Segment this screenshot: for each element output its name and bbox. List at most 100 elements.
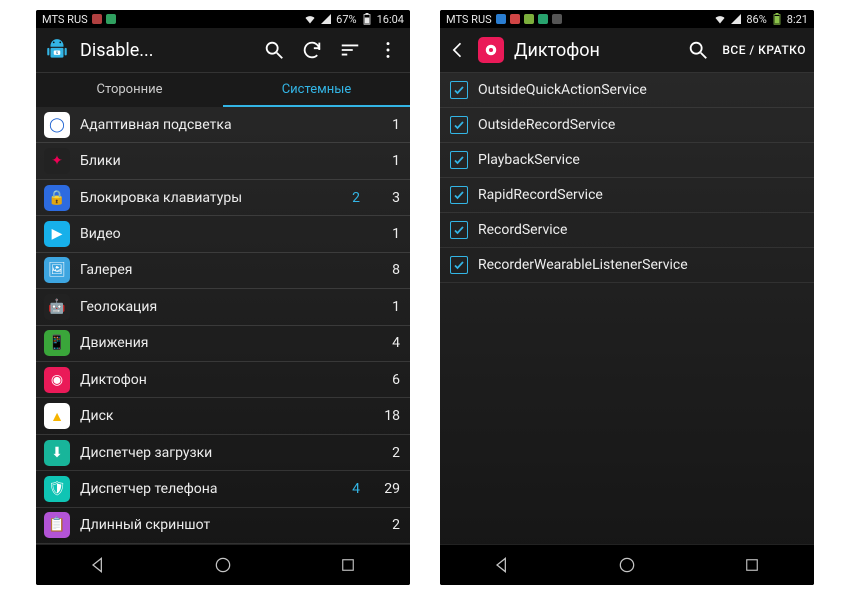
carrier-label: MTS RUS — [42, 13, 88, 26]
service-checkbox[interactable] — [450, 221, 468, 239]
app-label: Диспетчер загрузки — [80, 445, 360, 461]
app-icon-recorder — [478, 37, 504, 63]
battery-icon — [771, 13, 783, 25]
nav-recent-icon[interactable] — [740, 553, 764, 577]
app-icon: ◉ — [44, 367, 70, 393]
app-row[interactable]: ◉Диктофон6 — [36, 362, 410, 398]
app-label: Блики — [80, 153, 360, 169]
service-label: RecordService — [478, 222, 804, 238]
service-checkbox[interactable] — [450, 186, 468, 204]
overflow-icon[interactable] — [374, 36, 402, 64]
search-icon[interactable] — [260, 36, 288, 64]
app-row[interactable]: ✦Блики1 — [36, 143, 410, 179]
app-row[interactable]: ◯Адаптивная подсветка1 — [36, 107, 410, 143]
phone-right: MTS RUS 86% 8:21 Диктофо — [440, 10, 814, 585]
app-row[interactable]: ▲Диск18 — [36, 398, 410, 434]
status-app-icon — [106, 14, 116, 24]
status-app-icon — [496, 14, 506, 24]
service-checkbox[interactable] — [450, 81, 468, 99]
sort-icon[interactable] — [336, 36, 364, 64]
app-icon: 🖼 — [44, 257, 70, 283]
service-label: OutsideQuickActionService — [478, 82, 804, 98]
back-icon[interactable] — [448, 36, 468, 64]
nav-recent-icon[interactable] — [336, 553, 360, 577]
app-icon: 🛡 — [44, 476, 70, 502]
total-count: 8 — [370, 262, 400, 278]
total-count: 3 — [370, 190, 400, 206]
app-label: Геолокация — [80, 299, 360, 315]
app-icon: ⬇ — [44, 440, 70, 466]
service-row[interactable]: OutsideRecordService — [440, 108, 814, 143]
app-label: Диспетчер телефона — [80, 481, 320, 497]
app-bar: S Disable... — [36, 28, 410, 73]
service-list[interactable]: OutsideQuickActionService OutsideRecordSe… — [440, 73, 814, 544]
signal-icon — [730, 13, 742, 25]
clock-label: 8:21 — [787, 13, 808, 26]
app-label: Длинный скриншот — [80, 517, 360, 533]
service-row[interactable]: PlaybackService — [440, 143, 814, 178]
status-bar: MTS RUS 67% 16:04 — [36, 10, 410, 28]
app-brand-icon: S — [44, 37, 70, 63]
app-title: Disable... — [80, 40, 250, 61]
total-count: 1 — [370, 299, 400, 315]
app-icon: ▶ — [44, 221, 70, 247]
clock-label: 16:04 — [377, 13, 404, 26]
app-row[interactable]: 📋Длинный скриншот2 — [36, 508, 410, 544]
service-row[interactable]: RapidRecordService — [440, 178, 814, 213]
status-app-icon — [524, 14, 534, 24]
nav-bar — [36, 544, 410, 585]
total-count: 2 — [370, 517, 400, 533]
battery-icon — [361, 13, 373, 25]
total-count: 4 — [370, 335, 400, 351]
disabled-count: 2 — [330, 190, 360, 206]
wifi-icon — [714, 13, 726, 25]
service-checkbox[interactable] — [450, 256, 468, 274]
service-label: OutsideRecordService — [478, 117, 804, 133]
app-row[interactable]: 🛡 Диспетчер телефона 4 29 — [36, 471, 410, 507]
tab-thirdparty[interactable]: Сторонние — [36, 73, 223, 107]
nav-back-icon[interactable] — [86, 553, 110, 577]
wifi-icon — [304, 13, 316, 25]
tabs: Сторонние Системные — [36, 73, 410, 107]
app-row[interactable]: ⬇ Диспетчер загрузки 2 — [36, 435, 410, 471]
service-label: RapidRecordService — [478, 187, 804, 203]
app-icon: 📱 — [44, 330, 70, 356]
service-label: RecorderWearableListenerService — [478, 257, 804, 273]
nav-home-icon[interactable] — [615, 553, 639, 577]
status-app-icon — [510, 14, 520, 24]
total-count: 6 — [370, 372, 400, 388]
app-icon: ✦ — [44, 148, 70, 174]
status-app-icon — [538, 14, 548, 24]
app-row[interactable]: 🔒Блокировка клавиатуры23 — [36, 180, 410, 216]
tab-system[interactable]: Системные — [223, 73, 410, 107]
nav-home-icon[interactable] — [211, 553, 235, 577]
app-label: Галерея — [80, 262, 360, 278]
status-app-icon — [552, 14, 562, 24]
refresh-icon[interactable] — [298, 36, 326, 64]
nav-bar — [440, 544, 814, 585]
app-row[interactable]: ▶Видео1 — [36, 216, 410, 252]
nav-back-icon[interactable] — [490, 553, 514, 577]
service-row[interactable]: RecorderWearableListenerService — [440, 248, 814, 283]
service-checkbox[interactable] — [450, 151, 468, 169]
carrier-label: MTS RUS — [446, 13, 492, 26]
phone-left: MTS RUS 67% 16:04 — [36, 10, 410, 585]
service-row[interactable]: OutsideQuickActionService — [440, 73, 814, 108]
app-row[interactable]: 🖼 Галерея 8 — [36, 253, 410, 289]
toggle-all-brief[interactable]: ВСЕ / КРАТКО — [722, 43, 806, 57]
app-bar: Диктофон ВСЕ / КРАТКО — [440, 28, 814, 73]
total-count: 29 — [370, 481, 400, 497]
app-icon: 🔒 — [44, 185, 70, 211]
app-row[interactable]: 🤖Геолокация1 — [36, 289, 410, 325]
status-bar: MTS RUS 86% 8:21 — [440, 10, 814, 28]
service-checkbox[interactable] — [450, 116, 468, 134]
app-icon: ▲ — [44, 403, 70, 429]
total-count: 2 — [370, 445, 400, 461]
app-list[interactable]: ◯Адаптивная подсветка1 ✦ Блики 1 🔒Блокировка… — [36, 107, 410, 544]
app-row[interactable]: 📱Движения4 — [36, 326, 410, 362]
total-count: 1 — [370, 117, 400, 133]
app-title: Диктофон — [514, 40, 674, 61]
service-row[interactable]: RecordService — [440, 213, 814, 248]
disabled-count: 4 — [330, 481, 360, 497]
search-icon[interactable] — [684, 36, 712, 64]
